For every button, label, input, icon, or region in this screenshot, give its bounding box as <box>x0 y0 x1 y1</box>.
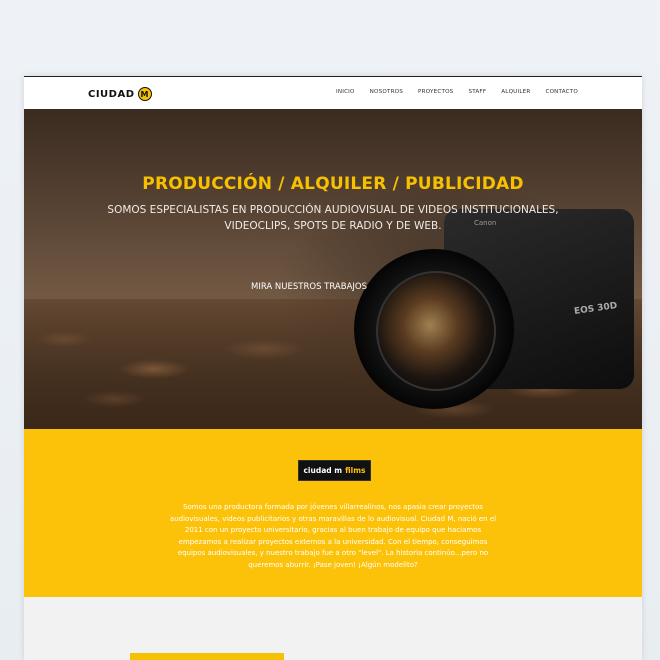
hero-subtitle: SOMOS ESPECIALISTAS EN PRODUCCIÓN AUDIOV… <box>107 204 559 232</box>
ciudad-m-films-logo: ciudad m films <box>298 460 371 481</box>
logo-badge-icon: M <box>137 87 152 101</box>
nav-item-nosotros[interactable]: NOSOTROS <box>370 89 403 95</box>
camera-lens-glass <box>376 271 496 391</box>
next-section-yellow-bar <box>130 653 284 660</box>
hero-cta-link[interactable]: MIRA NUESTROS TRABAJOS <box>224 282 394 292</box>
nav-item-proyectos[interactable]: PROYECTOS <box>418 89 453 95</box>
nav-item-contacto[interactable]: CONTACTO <box>545 89 578 95</box>
nav-item-staff[interactable]: STAFF <box>468 89 486 95</box>
films-logo-yellow-text: films <box>345 466 366 475</box>
about-description: Somos una productora formada por jóvenes… <box>169 503 497 569</box>
site-logo[interactable]: CIUDAD M <box>88 87 152 101</box>
hero-section: Canon EOS 30D PRODUCCIÓN / ALQUILER / PU… <box>24 109 642 429</box>
films-logo-white-text: ciudad m <box>303 466 343 475</box>
main-nav: INICIO NOSOTROS PROYECTOS STAFF ALQUILER… <box>336 89 578 95</box>
logo-text: CIUDAD <box>88 88 135 100</box>
nav-item-inicio[interactable]: INICIO <box>336 89 355 95</box>
browser-frame: CIUDAD M INICIO NOSOTROS PROYECTOS STAFF… <box>24 76 642 660</box>
about-section: ciudad m films Somos una productora form… <box>24 429 642 597</box>
nav-item-alquiler[interactable]: ALQUILER <box>501 89 530 95</box>
top-navigation-bar: CIUDAD M INICIO NOSOTROS PROYECTOS STAFF… <box>24 76 642 110</box>
next-section <box>24 597 642 660</box>
hero-title: PRODUCCIÓN / ALQUILER / PUBLICIDAD <box>142 174 524 194</box>
